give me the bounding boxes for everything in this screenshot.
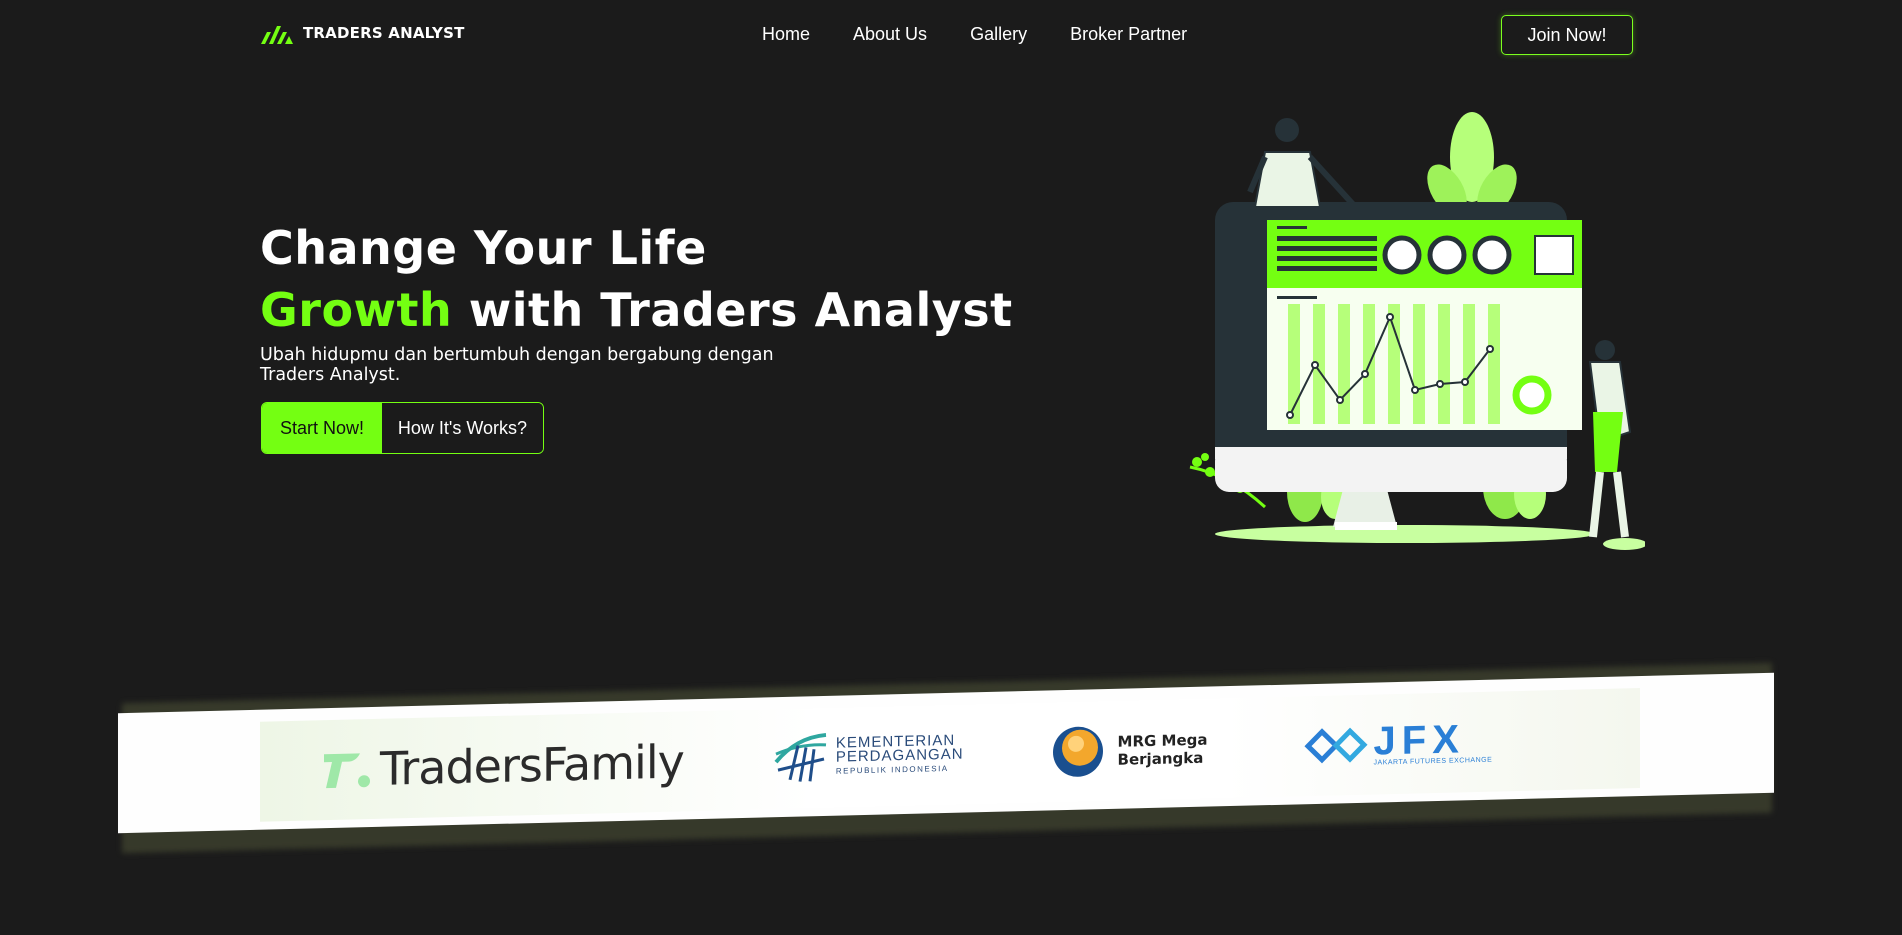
kemendag-logo-icon [774,732,827,782]
kemendag-line-3: REPUBLIK INDONESIA [835,763,949,776]
mrg-line-2: Berjangka [1117,748,1204,769]
start-now-button[interactable]: Start Now! [262,403,382,453]
hero-line-2: Growth with Traders Analyst [260,278,1013,342]
jfx-logo[interactable]: JFX JAKARTA FUTURES EXCHANGE [1303,717,1493,769]
nav-item-broker-partner[interactable]: Broker Partner [1070,24,1187,45]
join-now-button[interactable]: Join Now! [1501,15,1633,55]
kemendag-logo[interactable]: KEMENTERIAN PERDAGANGAN REPUBLIK INDONES… [772,728,964,787]
brand-name: TRADERS ANALYST [303,24,465,42]
mrg-text: MRG Mega Berjangka [1118,731,1208,769]
mrg-logo[interactable]: MRG Mega Berjangka [1052,723,1208,779]
nav-item-gallery[interactable]: Gallery [970,24,1027,45]
jfx-text: JFX [1374,717,1493,763]
nav-item-about-us[interactable]: About Us [853,24,927,45]
brand[interactable]: TRADERS ANALYST [261,22,465,44]
mrg-logo-icon [1052,726,1103,777]
hero-highlight: Growth [260,283,453,337]
dashboard-illustration [1189,112,1645,550]
jfx-logo-icon [1303,727,1368,764]
jfx-text-group: JFX JAKARTA FUTURES EXCHANGE [1374,717,1493,766]
hero-buttons: Start Now! How It's Works? [261,402,544,454]
brand-logo-icon [261,26,293,44]
nav-item-home[interactable]: Home [762,24,810,45]
main-menu: Home About Us Gallery Broker Partner [762,24,1187,45]
mrg-line-1: MRG Mega [1117,730,1208,751]
jfx-letters: JFX [1373,716,1465,764]
traders-family-logo[interactable]: TradersFamily [322,734,684,797]
traders-family-text: TradersFamily [380,734,684,796]
partner-band: TradersFamily KEMENTERIAN PERDAGANGAN RE… [118,662,1774,854]
how-it-works-button[interactable]: How It's Works? [382,403,543,453]
top-navbar: TRADERS ANALYST Home About Us Gallery Br… [0,0,1902,70]
hero-line-1: Change Your Life [260,221,707,275]
kemendag-text: KEMENTERIAN PERDAGANGAN REPUBLIK INDONES… [835,732,964,779]
hero-subtitle: Ubah hidupmu dan bertumbuh dengan bergab… [260,345,774,385]
hero-line-2-rest: with Traders Analyst [452,283,1013,337]
traders-family-logo-icon [324,753,370,789]
hero-heading: Change Your Life Growth with Traders Ana… [260,218,1013,342]
